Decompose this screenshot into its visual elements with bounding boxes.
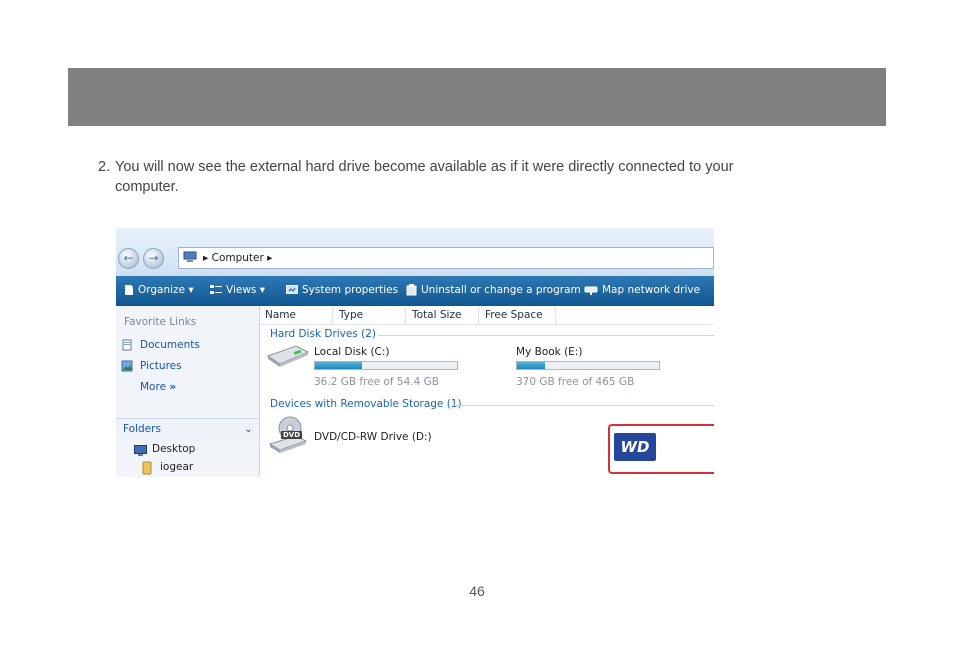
address-bar[interactable]: ▸ Computer ▸ — [178, 247, 714, 269]
uninstall-icon — [406, 284, 417, 296]
wd-logo-icon: WD — [614, 433, 656, 461]
breadcrumb[interactable]: ▸ Computer ▸ — [203, 252, 272, 264]
organize-label: Organize — [138, 284, 186, 296]
back-button[interactable]: ← — [118, 248, 139, 269]
drive-e-free-space: 370 GB free of 465 GB — [516, 376, 635, 388]
column-separator — [478, 306, 479, 324]
documents-icon — [122, 339, 132, 351]
column-name[interactable]: Name — [265, 309, 296, 321]
nav-more[interactable]: More » — [140, 381, 176, 393]
nav-more-label: More — [140, 381, 167, 393]
step-text-line1: You will now see the external hard drive… — [115, 159, 734, 175]
network-drive-icon — [584, 286, 598, 295]
page-number: 46 — [469, 583, 485, 599]
group-hard-disk-drives[interactable]: Hard Disk Drives (2) — [270, 328, 376, 340]
drive-c-free-space: 36.2 GB free of 54.4 GB — [314, 376, 439, 388]
step-number: 2. — [98, 159, 111, 175]
hard-drive-icon — [266, 345, 310, 367]
views-icon — [210, 285, 222, 294]
column-separator — [555, 306, 556, 324]
explorer-screenshot: ← → ▸ Computer ▸ Organize ▾ Views ▾ Syst… — [116, 228, 714, 477]
group-removable-storage[interactable]: Devices with Removable Storage (1) — [270, 398, 462, 410]
breadcrumb-computer[interactable]: Computer — [212, 252, 264, 264]
step-instruction: 2. You will now see the external hard dri… — [98, 157, 858, 197]
dvd-label: DVD — [281, 431, 303, 439]
organize-icon — [125, 285, 133, 295]
pictures-icon — [121, 360, 133, 372]
dvd-drive-name[interactable]: DVD/CD-RW Drive (D:) — [314, 431, 432, 443]
column-type[interactable]: Type — [339, 309, 363, 321]
drive-e-usage-bar — [516, 361, 660, 370]
user-folder-icon — [142, 461, 152, 475]
column-free-space[interactable]: Free Space — [485, 309, 543, 321]
navigation-pane: Favorite Links Documents Pictures More »… — [116, 306, 260, 477]
system-properties-label: System properties — [302, 284, 399, 296]
folders-label: Folders — [123, 423, 161, 435]
folders-header[interactable]: Folders ⌄ — [116, 418, 259, 441]
views-button[interactable]: Views ▾ — [210, 284, 265, 296]
double-chevron-icon: » — [169, 381, 177, 393]
chevron-down-icon: ⌄ — [244, 423, 253, 435]
group-divider — [452, 405, 714, 406]
favorite-links-heading: Favorite Links — [124, 316, 197, 328]
column-total-size[interactable]: Total Size — [412, 309, 461, 321]
step-text-line2: computer. — [115, 179, 179, 195]
tree-desktop[interactable]: Desktop — [152, 443, 195, 455]
file-list: Name Type Total Size Free Space Hard Dis… — [260, 306, 714, 477]
uninstall-button[interactable]: Uninstall or change a program — [406, 284, 581, 296]
drive-c-name[interactable]: Local Disk (C:) — [314, 346, 390, 358]
column-separator — [332, 306, 333, 324]
map-network-drive-button[interactable]: Map network drive — [584, 284, 700, 296]
nav-documents[interactable]: Documents — [140, 339, 200, 351]
desktop-icon — [134, 445, 147, 456]
address-area: ← → ▸ Computer ▸ — [116, 228, 714, 276]
computer-icon — [183, 251, 197, 262]
column-separator — [405, 306, 406, 324]
system-properties-icon — [286, 284, 298, 294]
organize-button[interactable]: Organize ▾ — [124, 284, 194, 296]
drive-e-usage-fill — [517, 362, 546, 369]
tree-iogear[interactable]: iogear — [160, 461, 193, 473]
nav-pictures[interactable]: Pictures — [140, 360, 182, 372]
dvd-drive-icon: DVD — [268, 416, 308, 456]
system-properties-button[interactable]: System properties — [286, 284, 398, 296]
command-bar: Organize ▾ Views ▾ System properties Uni… — [116, 276, 714, 306]
map-network-drive-label: Map network drive — [602, 284, 701, 296]
uninstall-label: Uninstall or change a program — [421, 284, 581, 296]
views-label: Views — [226, 284, 257, 296]
group-divider — [378, 335, 714, 336]
drive-c-usage-bar — [314, 361, 458, 370]
drive-c-usage-fill — [315, 362, 362, 369]
column-headers: Name Type Total Size Free Space — [260, 306, 714, 325]
header-band — [68, 68, 886, 126]
forward-button[interactable]: → — [143, 248, 164, 269]
drive-e-name[interactable]: My Book (E:) — [516, 346, 582, 358]
